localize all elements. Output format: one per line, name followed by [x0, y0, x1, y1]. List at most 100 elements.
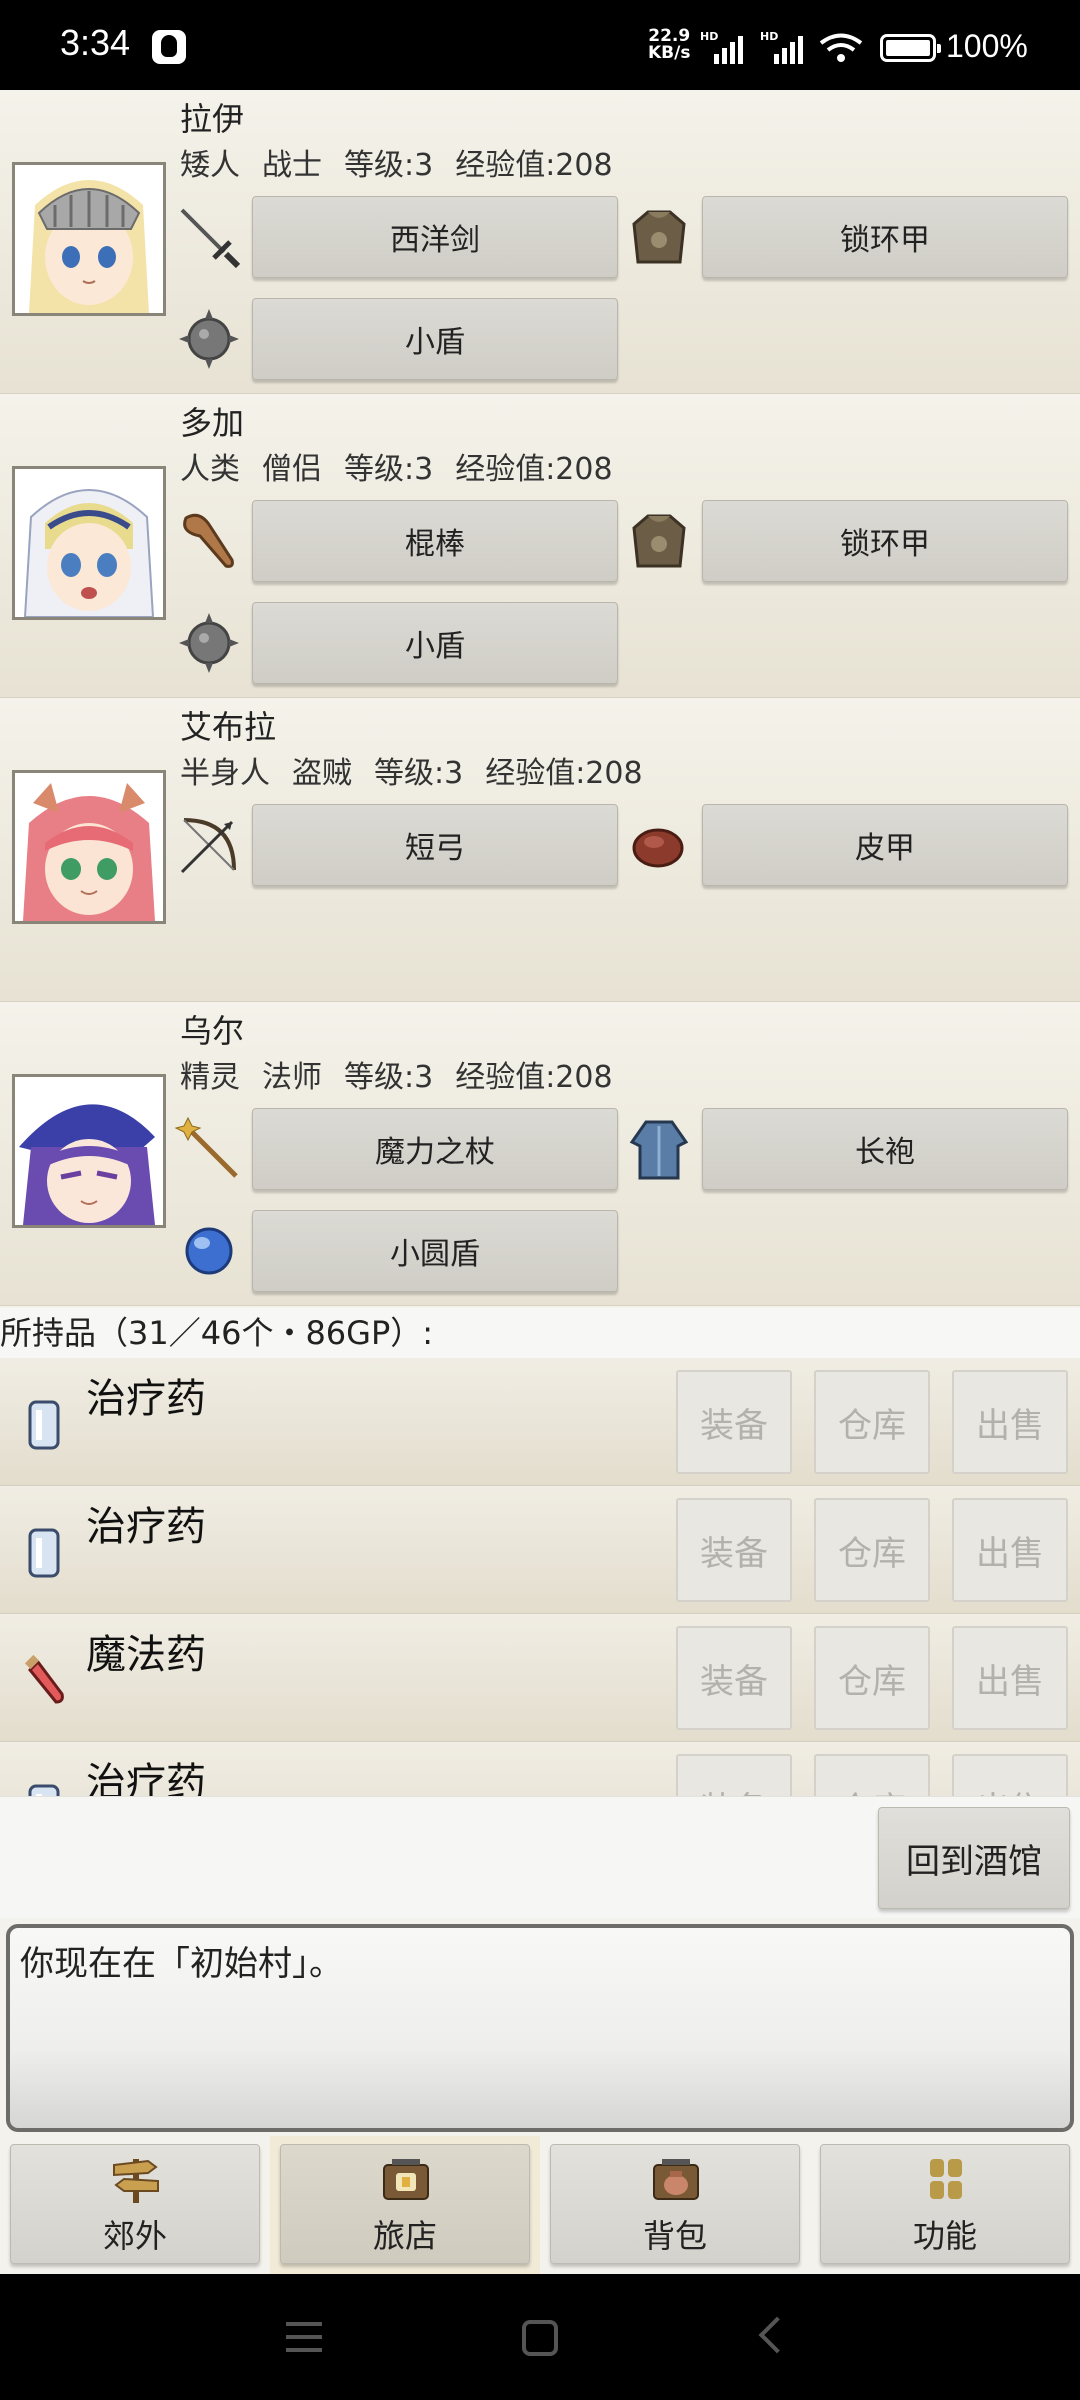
member-exp: 经验值:208 [455, 452, 613, 487]
portrait-mage-girl[interactable] [12, 1074, 166, 1228]
member-race: 精灵 [180, 1060, 240, 1095]
store-button[interactable]: 仓库 [814, 1498, 930, 1602]
member-job: 僧侣 [262, 452, 322, 487]
shield-slot-button[interactable]: 小盾 [252, 602, 618, 684]
party-member[interactable]: 艾布拉 半身人 盗贼 等级:3 经验值:208 短弓 皮甲 [0, 698, 1080, 1002]
potion-bottle-icon [28, 1528, 60, 1578]
member-exp: 经验值:208 [485, 756, 643, 791]
party-member[interactable]: 乌尔 精灵 法师 等级:3 经验值:208 魔力之杖 长袍 小圆盾 [0, 1002, 1080, 1306]
member-name: 多加 [180, 404, 245, 442]
network-speed: 22.9 KB/s [648, 28, 690, 62]
item-name: 治疗药 [86, 1760, 206, 1796]
system-nav-bar [0, 2274, 1080, 2400]
bag-sign-icon [653, 2159, 699, 2200]
member-stats: 人类 僧侣 等级:3 经验值:208 [180, 444, 635, 488]
sell-button[interactable]: 出售 [952, 1626, 1068, 1730]
store-button[interactable]: 仓库 [814, 1754, 930, 1796]
portrait-knight-girl[interactable] [12, 162, 166, 316]
network-speed-unit: KB/s [648, 43, 691, 63]
club-icon [183, 513, 234, 568]
item-name: 魔法药 [86, 1632, 206, 1678]
member-job: 法师 [262, 1060, 322, 1095]
potion-bottle-icon [28, 1784, 60, 1796]
armor-slot-button[interactable]: 锁环甲 [702, 196, 1068, 278]
store-button[interactable]: 仓库 [814, 1370, 930, 1474]
portrait-thief-girl[interactable] [12, 770, 166, 924]
nav-label: 郊外 [102, 2217, 167, 2255]
member-job: 战士 [262, 148, 322, 183]
inventory-item[interactable]: 魔法药 装备 仓库 出售 [0, 1614, 1080, 1742]
member-exp: 经验值:208 [455, 148, 613, 183]
equip-button[interactable]: 装备 [676, 1498, 792, 1602]
member-level: 等级:3 [344, 452, 434, 487]
weapon-slot-button[interactable]: 西洋剑 [252, 196, 618, 278]
armor-slot-button[interactable]: 长袍 [702, 1108, 1068, 1190]
party-member[interactable]: 多加 人类 僧侣 等级:3 经验值:208 棍棒 锁环甲 小盾 [0, 394, 1080, 698]
home-icon[interactable] [522, 2320, 558, 2356]
equip-button[interactable]: 装备 [676, 1626, 792, 1730]
weapon-slot-button[interactable]: 棍棒 [252, 500, 618, 582]
inventory-item[interactable]: 治疗药 装备 仓库 出售 [0, 1742, 1080, 1796]
item-name: 治疗药 [86, 1376, 206, 1422]
message-log: 你现在在「初始村」。 [6, 1924, 1074, 2132]
status-bar: 3:34 22.9 KB/s HD HD 100% [0, 0, 1080, 90]
recent-apps-icon[interactable] [286, 2322, 322, 2352]
member-race: 半身人 [180, 756, 270, 791]
inn-sign-icon [383, 2159, 429, 2200]
equip-button[interactable]: 装备 [676, 1754, 792, 1796]
party-member[interactable]: 拉伊 矮人 战士 等级:3 经验值:208 西洋剑 锁环甲 小盾 [0, 90, 1080, 394]
nav-tab-bag[interactable]: 背包 [550, 2144, 800, 2264]
member-name: 艾布拉 [180, 708, 277, 746]
staff-icon [174, 1116, 238, 1178]
shield-slot-button[interactable]: 小圆盾 [252, 1210, 618, 1292]
portrait-priest-girl[interactable] [12, 466, 166, 620]
nav-tab-inn[interactable]: 旅店 [280, 2144, 530, 2264]
nav-label: 背包 [642, 2217, 707, 2255]
bottom-nav: 郊外 旅店 背包 功能 [0, 2136, 1080, 2274]
hd-label: HD [760, 30, 779, 43]
potion-bottle-icon [28, 1400, 60, 1450]
weapon-slot-button[interactable]: 魔力之杖 [252, 1108, 618, 1190]
sell-button[interactable]: 出售 [952, 1754, 1068, 1796]
message-log-text: 你现在在「初始村」。 [20, 1944, 343, 1984]
inventory-list[interactable]: 治疗药 装备 仓库 出售 治疗药 装备 仓库 出售 魔法药 装备 仓库 出售 治… [0, 1358, 1080, 1796]
member-job: 盗贼 [292, 756, 352, 791]
qq-notification-icon [152, 30, 186, 64]
bow-icon [180, 818, 236, 874]
back-icon[interactable] [758, 2316, 796, 2354]
nav-label: 旅店 [372, 2217, 437, 2255]
back-to-tavern-button[interactable]: 回到酒馆 [878, 1807, 1070, 1909]
armor-slot-button[interactable]: 皮甲 [702, 804, 1068, 886]
armor-slot-button[interactable]: 锁环甲 [702, 500, 1068, 582]
nav-label: 功能 [912, 2217, 977, 2255]
member-stats: 矮人 战士 等级:3 经验值:208 [180, 140, 635, 184]
shield-slot-button[interactable]: 小盾 [252, 298, 618, 380]
store-button[interactable]: 仓库 [814, 1626, 930, 1730]
member-level: 等级:3 [344, 148, 434, 183]
magic-vial-icon [24, 1654, 64, 1704]
inventory-title: 所持品（31／46个・86GP）: [0, 1308, 1080, 1358]
member-exp: 经验值:208 [455, 1060, 613, 1095]
nav-tab-outskirts[interactable]: 郊外 [10, 2144, 260, 2264]
hd-label: HD [700, 30, 719, 43]
leather-armor-icon [632, 828, 684, 868]
clock: 3:34 [60, 22, 131, 63]
sell-button[interactable]: 出售 [952, 1370, 1068, 1474]
spiked-shield-icon [179, 309, 239, 369]
chainmail-icon [632, 514, 686, 568]
sell-button[interactable]: 出售 [952, 1498, 1068, 1602]
equip-button[interactable]: 装备 [676, 1370, 792, 1474]
battery-icon [880, 34, 941, 62]
sword-icon [180, 208, 241, 269]
member-race: 矮人 [180, 148, 240, 183]
inventory-item[interactable]: 治疗药 装备 仓库 出售 [0, 1486, 1080, 1614]
member-name: 拉伊 [180, 100, 245, 138]
signal-strength-icon: HD [700, 30, 744, 64]
inventory-item[interactable]: 治疗药 装备 仓库 出售 [0, 1358, 1080, 1486]
nav-tab-functions[interactable]: 功能 [820, 2144, 1070, 2264]
spiked-shield-icon [179, 613, 239, 673]
wifi-icon [819, 33, 863, 62]
weapon-slot-button[interactable]: 短弓 [252, 804, 618, 886]
item-name: 治疗药 [86, 1504, 206, 1550]
member-level: 等级:3 [374, 756, 464, 791]
